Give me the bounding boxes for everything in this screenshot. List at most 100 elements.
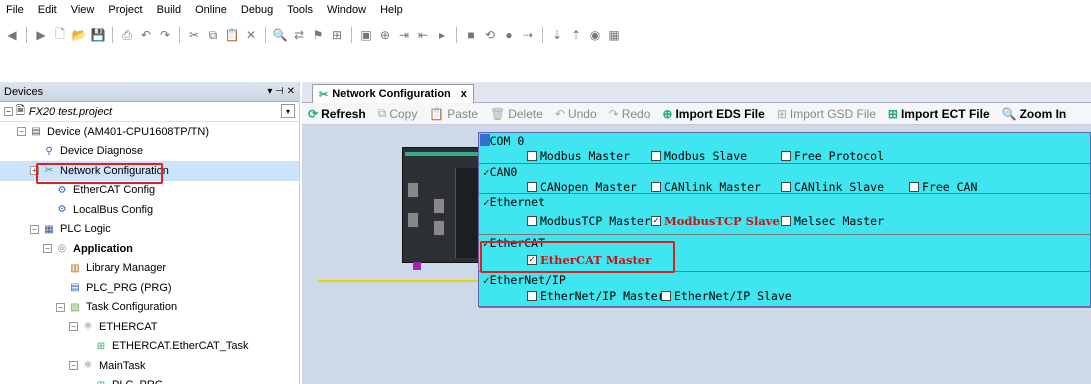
project-dropdown-icon[interactable]: ▾ xyxy=(281,104,295,118)
reset-icon[interactable]: ⟲ xyxy=(482,27,498,43)
collapse-icon[interactable]: − xyxy=(43,244,52,254)
undo-icon[interactable]: ↶ xyxy=(138,27,154,43)
checkbox[interactable] xyxy=(651,182,661,192)
copy-button[interactable]: ⧉ Copy xyxy=(378,106,418,121)
tree-item[interactable]: ▤ PLC_PRG (PRG) xyxy=(0,278,299,298)
option-canopen-master[interactable]: CANopen Master xyxy=(527,180,637,194)
watch-icon[interactable]: ◉ xyxy=(587,27,603,43)
option-modbus-slave[interactable]: Modbus Slave xyxy=(651,149,747,163)
undo-button[interactable]: ↶ Undo xyxy=(555,107,597,121)
back-icon[interactable]: ◀ xyxy=(4,27,20,43)
checkbox[interactable] xyxy=(661,291,671,301)
tree-item[interactable]: − ⚛ ETHERCAT xyxy=(0,317,299,337)
paste-icon[interactable]: 📋 xyxy=(224,27,240,43)
open-icon[interactable]: 📂 xyxy=(71,27,87,43)
arrow-right-icon[interactable] xyxy=(480,134,490,146)
delete-icon[interactable]: ✕ xyxy=(243,27,259,43)
refresh-button[interactable]: ⟳ Refresh xyxy=(308,107,366,121)
tree-item[interactable]: − ▧ Task Configuration xyxy=(0,298,299,318)
menu-project[interactable]: Project xyxy=(108,4,142,16)
menu-view[interactable]: View xyxy=(71,4,95,16)
project-expander[interactable]: − xyxy=(4,107,13,116)
step-into-icon[interactable]: ⇣ xyxy=(549,27,565,43)
import-eds-file-button[interactable]: ⊕ Import EDS File xyxy=(662,107,764,121)
zoom-in-button[interactable]: 🔍 Zoom In xyxy=(1002,107,1067,121)
collapse-icon[interactable]: − xyxy=(69,322,78,332)
checkbox[interactable] xyxy=(527,291,537,301)
checkbox[interactable] xyxy=(781,151,791,161)
collapse-icon[interactable]: − xyxy=(56,302,65,312)
tab-network-configuration[interactable]: ✂ Network Configuration x xyxy=(312,84,474,103)
checkbox[interactable] xyxy=(781,182,791,192)
grid-icon[interactable]: ▦ xyxy=(606,27,622,43)
menu-file[interactable]: File xyxy=(6,4,24,16)
project-row[interactable]: − 🗎 FX20 test.project ▾ xyxy=(0,102,299,122)
plc-device-image[interactable] xyxy=(402,147,484,263)
checkbox[interactable] xyxy=(527,151,537,161)
tree-item[interactable]: − ⚛ MainTask xyxy=(0,356,299,376)
section-title[interactable]: ✓ EtherNet/IP xyxy=(483,273,566,287)
option-modbustcp-slave[interactable]: ✓ ModbusTCP Slave xyxy=(651,214,780,228)
collapse-icon[interactable]: − xyxy=(17,127,26,137)
forward-icon[interactable]: ▶ xyxy=(33,27,49,43)
cut-icon[interactable]: ✂ xyxy=(186,27,202,43)
option-free-protocol[interactable]: Free Protocol xyxy=(781,149,884,163)
close-icon[interactable]: x xyxy=(461,88,467,100)
breakpoint-icon[interactable]: ● xyxy=(501,27,517,43)
new-icon[interactable]: 🗋 xyxy=(52,27,68,43)
menu-help[interactable]: Help xyxy=(380,4,403,16)
menu-edit[interactable]: Edit xyxy=(38,4,57,16)
paste-button[interactable]: 📋 Paste xyxy=(429,107,478,121)
find-icon[interactable]: 🔍 xyxy=(272,27,288,43)
tree-item[interactable]: ⚙ LocalBus Config xyxy=(0,200,299,220)
option-ethernet-ip-slave[interactable]: EtherNet/IP Slave xyxy=(661,289,792,303)
step-out-icon[interactable]: ⇡ xyxy=(568,27,584,43)
checkbox[interactable] xyxy=(651,151,661,161)
menu-online[interactable]: Online xyxy=(195,4,227,16)
print-icon[interactable]: ⎙ xyxy=(119,27,135,43)
option-ethernet-ip-master[interactable]: EtherNet/IP Master xyxy=(527,289,665,303)
checkbox[interactable] xyxy=(909,182,919,192)
save-icon[interactable]: 💾 xyxy=(90,27,106,43)
login-icon[interactable]: ⇥ xyxy=(396,27,412,43)
insert-icon[interactable]: ⊞ xyxy=(329,27,345,43)
checkbox[interactable] xyxy=(527,182,537,192)
section-title[interactable]: ✓ CAN0 xyxy=(483,165,517,179)
collapse-icon[interactable]: − xyxy=(30,224,39,234)
panel-controls[interactable]: ▾ ⊣ ✕ xyxy=(267,86,295,97)
tree-item[interactable]: − ▤ Device (AM401-CPU1608TP/TN) xyxy=(0,122,299,142)
import-gsd-file-button[interactable]: ⊞ Import GSD File xyxy=(777,107,876,121)
replace-icon[interactable]: ⇄ xyxy=(291,27,307,43)
option-canlink-master[interactable]: CANlink Master xyxy=(651,180,761,194)
menu-window[interactable]: Window xyxy=(327,4,366,16)
menu-build[interactable]: Build xyxy=(157,4,181,16)
delete-button[interactable]: 🗑 Delete xyxy=(490,107,543,121)
section-title[interactable]: ✓ Ethernet xyxy=(483,195,545,209)
tree-item[interactable]: ▥ Library Manager xyxy=(0,259,299,279)
option-canlink-slave[interactable]: CANlink Slave xyxy=(781,180,884,194)
tree-item[interactable]: ⊞ PLC_PRG xyxy=(0,376,299,384)
checkbox[interactable] xyxy=(781,216,791,226)
menu-tools[interactable]: Tools xyxy=(287,4,313,16)
tree-item[interactable]: − ▦ PLC Logic xyxy=(0,220,299,240)
tree-item[interactable]: ⚲ Device Diagnose xyxy=(0,142,299,162)
run-icon[interactable]: ▸ xyxy=(434,27,450,43)
collapse-icon[interactable]: − xyxy=(69,361,78,371)
stop-icon[interactable]: ■ xyxy=(463,27,479,43)
option-melsec-master[interactable]: Melsec Master xyxy=(781,214,884,228)
option-free-can[interactable]: Free CAN xyxy=(909,180,977,194)
checkbox[interactable] xyxy=(527,216,537,226)
option-modbus-master[interactable]: Modbus Master xyxy=(527,149,630,163)
redo-button[interactable]: ↷ Redo xyxy=(609,107,651,121)
bookmark-icon[interactable]: ⚑ xyxy=(310,27,326,43)
checkbox[interactable]: ✓ xyxy=(651,216,661,226)
online-icon[interactable]: ⊕ xyxy=(377,27,393,43)
tree-item[interactable]: ⊞ ETHERCAT.EtherCAT_Task xyxy=(0,337,299,357)
menu-debug[interactable]: Debug xyxy=(241,4,273,16)
copy-icon[interactable]: ⧉ xyxy=(205,27,221,43)
step-icon[interactable]: ⇢ xyxy=(520,27,536,43)
import-ect-file-button[interactable]: ⊞ Import ECT File xyxy=(888,107,990,121)
option-modbustcp-master[interactable]: ModbusTCP Master xyxy=(527,214,651,228)
redo-icon[interactable]: ↷ xyxy=(157,27,173,43)
tree-item[interactable]: − ◎ Application xyxy=(0,239,299,259)
